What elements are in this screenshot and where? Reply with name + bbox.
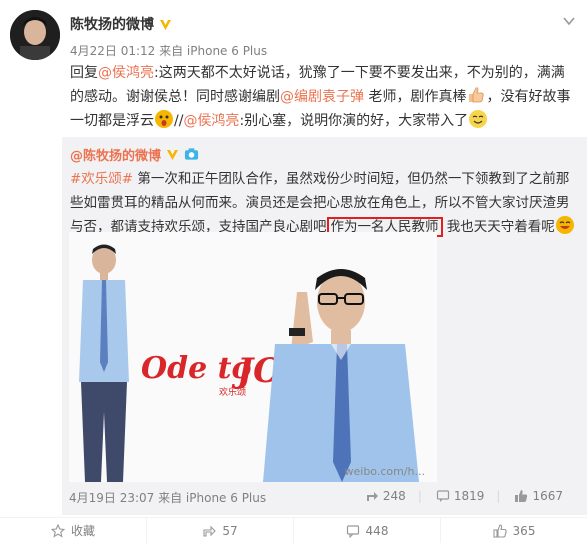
mention-link[interactable]: @侯鸿亮	[183, 113, 239, 129]
comment-icon	[436, 489, 450, 503]
mention-link[interactable]: @侯鸿亮	[98, 65, 154, 81]
thumbs-up-icon	[514, 489, 528, 503]
share-count-label: 248	[382, 489, 406, 503]
avatar-photo	[10, 10, 60, 60]
actor-photo-image: Ode to JOY 欢乐颂	[69, 232, 437, 482]
divider: |	[496, 489, 501, 503]
original-post-meta: 4月19日 23:07 来自 iPhone 6 Plus	[69, 491, 267, 505]
original-like-count[interactable]: 1667	[514, 489, 563, 503]
post-text-segment: :别心塞，说明你演的好，大家带入了	[239, 113, 469, 129]
camera-icon	[184, 147, 199, 162]
comment-button[interactable]: 448	[294, 518, 441, 543]
svg-text:欢乐颂: 欢乐颂	[219, 386, 246, 398]
favorite-label: 收藏	[70, 524, 95, 538]
post-text: 回复@侯鸿亮:这两天都不太好说话，犹豫了一下要不要发出来，不为别的，满满的感动。…	[70, 62, 575, 133]
original-post-footer: 4月19日 23:07 来自 iPhone 6 Plus 248 | 1819 …	[69, 489, 579, 506]
like-count-label: 1667	[532, 489, 563, 503]
star-icon	[50, 523, 65, 538]
post-photo[interactable]: Ode to JOY 欢乐颂 weibo.com/h...	[69, 232, 437, 482]
original-comment-count[interactable]: 1819 |	[436, 489, 501, 503]
divider: |	[417, 489, 422, 503]
surprised-face-icon	[154, 109, 174, 129]
favorite-button[interactable]: 收藏	[0, 518, 147, 543]
share-icon	[202, 524, 217, 538]
post-meta: 4月22日 01:12 来自 iPhone 6 Plus	[70, 44, 268, 58]
share-count: 57	[222, 523, 238, 538]
original-username[interactable]: @陈牧扬的微博	[70, 145, 161, 164]
thumbs-up-icon	[466, 85, 486, 105]
thumbs-up-icon	[492, 523, 507, 538]
post-text-segment: 老师，剧作真棒	[364, 89, 467, 105]
share-button[interactable]: 57	[147, 518, 294, 543]
post-username[interactable]: 陈牧扬的微博	[70, 14, 173, 34]
username-label[interactable]: 陈牧扬的微博	[70, 14, 154, 34]
chevron-down-icon[interactable]	[563, 14, 575, 26]
svg-text:Ode to: Ode to	[141, 351, 252, 386]
laughing-face-icon	[555, 215, 575, 235]
mention-link[interactable]: @编剧袁子弹	[280, 89, 364, 105]
hashtag-link[interactable]: #欢乐颂#	[70, 171, 133, 187]
verified-badge-icon	[165, 147, 180, 162]
like-button[interactable]: 365	[441, 518, 587, 543]
action-bar: 收藏 57 448 365	[0, 517, 587, 543]
repost-block: @陈牧扬的微博 #欢乐颂# 第一次和正午团队合作，虽然戏份少时间短，但仍然一下领…	[62, 137, 587, 515]
photo-watermark: weibo.com/h...	[344, 465, 426, 478]
verified-badge-icon	[158, 17, 173, 32]
share-icon	[365, 489, 379, 503]
comment-count-label: 1819	[453, 489, 485, 503]
comment-count: 448	[365, 523, 389, 538]
smiling-face-icon	[468, 109, 488, 129]
original-post-user[interactable]: @陈牧扬的微博	[70, 145, 199, 164]
original-post-stats: 248 | 1819 | 1667	[365, 489, 563, 503]
avatar[interactable]	[10, 10, 60, 60]
comment-icon	[346, 524, 360, 538]
original-share-count[interactable]: 248 |	[365, 489, 422, 503]
original-text-segment: 我也天天守着看呢	[442, 219, 555, 235]
weibo-post-card: 陈牧扬的微博 4月22日 01:12 来自 iPhone 6 Plus 回复@侯…	[0, 0, 587, 543]
like-count: 365	[512, 523, 536, 538]
reply-label: 回复	[70, 65, 98, 81]
